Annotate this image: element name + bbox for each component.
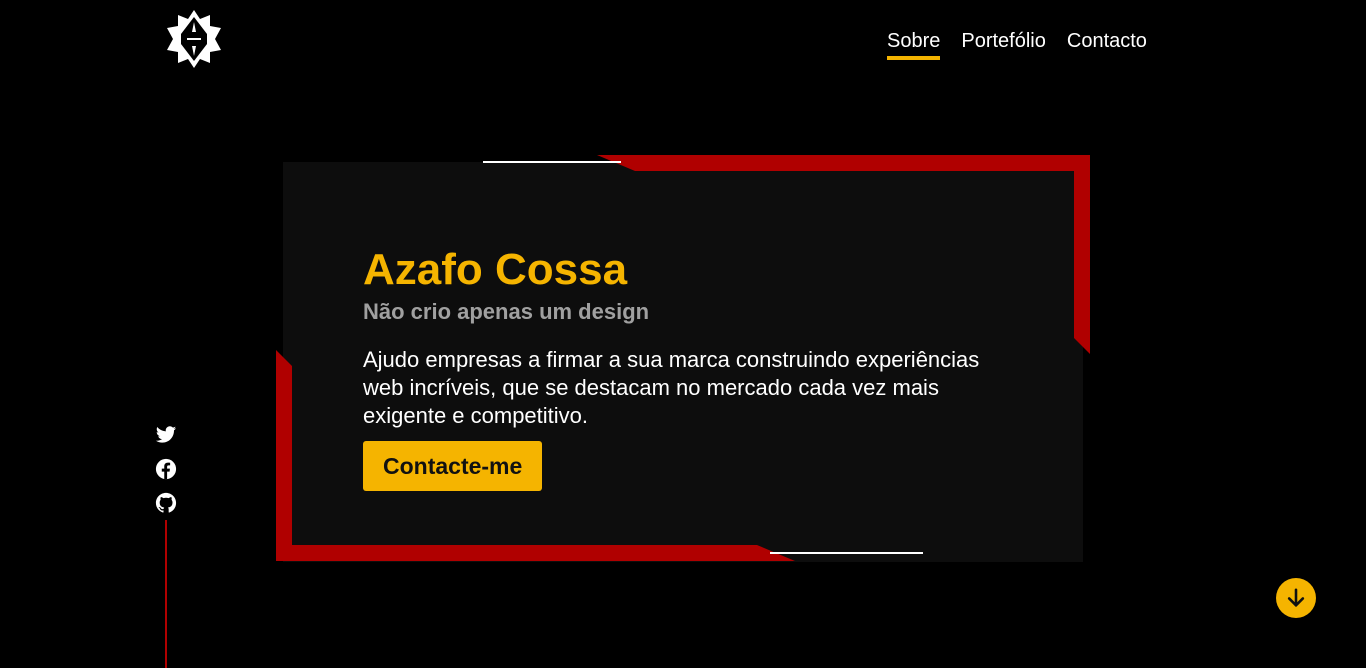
logo[interactable] [165, 10, 223, 68]
page: Sobre Portefólio Contacto Azafo Cossa Nã… [0, 0, 1366, 668]
hero-title: Azafo Cossa [363, 245, 628, 294]
hero-subtitle: Não crio apenas um design [363, 299, 650, 324]
social-links [155, 424, 177, 526]
main-nav: Sobre Portefólio Contacto [887, 29, 1147, 60]
facebook-icon [155, 458, 177, 480]
hero-description: Ajudo empresas a firmar a sua marca cons… [363, 347, 980, 428]
arrow-down-icon [1287, 588, 1305, 607]
logo-icon [167, 10, 221, 68]
contact-button[interactable]: Contacte-me [363, 441, 543, 491]
nav-item-sobre[interactable]: Sobre [887, 29, 941, 60]
twitter-link[interactable] [155, 424, 177, 446]
nav-item-contacto[interactable]: Contacto [1067, 29, 1147, 60]
facebook-link[interactable] [155, 458, 177, 480]
social-divider-line [165, 520, 167, 668]
scroll-down-button[interactable] [1276, 578, 1316, 618]
github-link[interactable] [155, 492, 177, 514]
twitter-icon [155, 426, 177, 443]
nav-item-portefolio[interactable]: Portefólio [961, 29, 1046, 60]
github-icon [155, 492, 177, 513]
hero-content: Azafo Cossa Não crio apenas um design Aj… [363, 244, 1003, 491]
